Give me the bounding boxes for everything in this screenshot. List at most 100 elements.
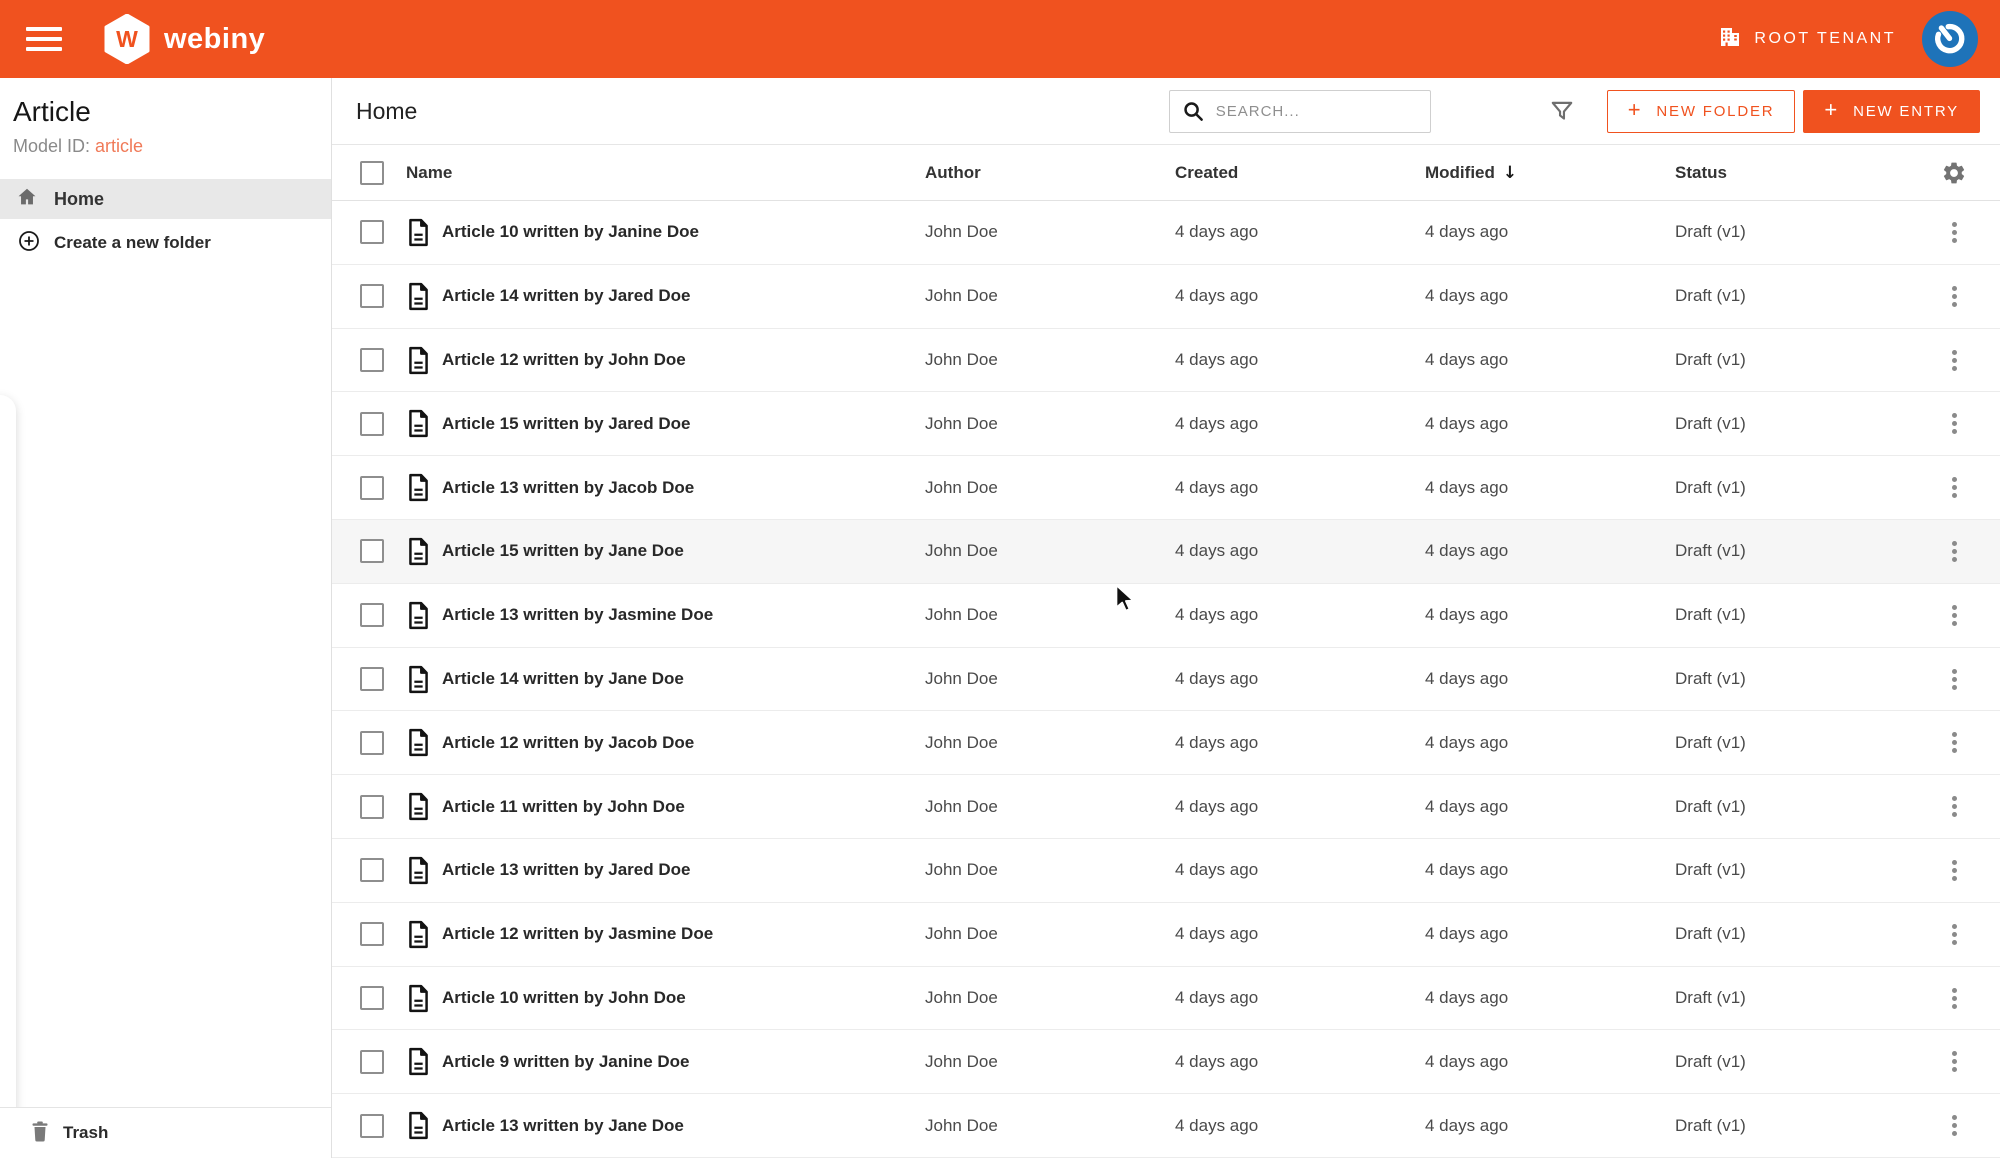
new-folder-button[interactable]: + NEW FOLDER	[1606, 89, 1796, 133]
entry-modified: 4 days ago	[1425, 732, 1509, 752]
row-checkbox[interactable]	[360, 475, 384, 500]
entry-name[interactable]: Article 12 written by Jasmine Doe	[442, 924, 713, 944]
row-checkbox[interactable]	[360, 411, 384, 436]
entry-status: Draft (v1)	[1675, 1051, 1746, 1071]
kebab-menu-icon[interactable]	[1948, 792, 1961, 821]
entry-status: Draft (v1)	[1675, 413, 1746, 433]
table-row[interactable]: Article 14 written by Jane Doe John Doe …	[332, 647, 2000, 712]
select-all-checkbox[interactable]	[360, 160, 384, 185]
row-checkbox[interactable]	[360, 794, 384, 819]
entry-modified: 4 days ago	[1425, 1115, 1509, 1135]
column-header-name[interactable]: Name	[406, 163, 925, 183]
home-icon	[16, 186, 38, 213]
table-row[interactable]: Article 15 written by Jared Doe John Doe…	[332, 392, 2000, 457]
gear-icon[interactable]	[1941, 160, 1967, 186]
table-row[interactable]: Article 11 written by John Doe John Doe …	[332, 775, 2000, 840]
row-checkbox[interactable]	[360, 667, 384, 692]
column-header-author[interactable]: Author	[925, 163, 1175, 183]
row-checkbox[interactable]	[360, 603, 384, 628]
entry-name[interactable]: Article 13 written by Jane Doe	[442, 1116, 684, 1136]
create-folder-button[interactable]: Create a new folder	[0, 219, 331, 267]
document-icon	[406, 473, 431, 502]
entry-name[interactable]: Article 13 written by Jacob Doe	[442, 478, 694, 498]
entry-author: John Doe	[925, 605, 998, 625]
table-row[interactable]: Article 12 written by Jacob Doe John Doe…	[332, 711, 2000, 776]
table-row[interactable]: Article 12 written by John Doe John Doe …	[332, 328, 2000, 393]
kebab-menu-icon[interactable]	[1948, 282, 1961, 311]
entry-name[interactable]: Article 12 written by John Doe	[442, 350, 686, 370]
table-row[interactable]: Article 10 written by Janine Doe John Do…	[332, 201, 2000, 265]
entry-modified: 4 days ago	[1425, 350, 1509, 370]
kebab-menu-icon[interactable]	[1948, 537, 1961, 566]
entry-name[interactable]: Article 14 written by Jane Doe	[442, 669, 684, 689]
entry-modified: 4 days ago	[1425, 988, 1509, 1007]
entry-name[interactable]: Article 10 written by John Doe	[442, 988, 686, 1008]
row-checkbox[interactable]	[360, 1113, 384, 1138]
entry-name[interactable]: Article 11 written by John Doe	[442, 797, 685, 817]
column-header-created[interactable]: Created	[1175, 163, 1425, 183]
trash-button[interactable]: Trash	[0, 1107, 331, 1158]
table-row[interactable]: Article 14 written by Jared Doe John Doe…	[332, 264, 2000, 329]
kebab-menu-icon[interactable]	[1948, 856, 1961, 885]
sidebar-item-home[interactable]: Home	[0, 179, 331, 219]
entry-modified: 4 days ago	[1425, 796, 1509, 816]
table-row[interactable]: Article 10 written by John Doe John Doe …	[332, 966, 2000, 1031]
table-row[interactable]: Article 9 written by Janine Doe John Doe…	[332, 1030, 2000, 1095]
sort-desc-icon: ↓	[1502, 162, 1518, 183]
kebab-menu-icon[interactable]	[1948, 920, 1961, 949]
entry-name[interactable]: Article 13 written by Jasmine Doe	[442, 605, 713, 625]
entry-author: John Doe	[925, 860, 998, 880]
kebab-menu-icon[interactable]	[1948, 1111, 1961, 1140]
row-checkbox[interactable]	[360, 220, 384, 245]
column-header-modified[interactable]: Modified ↓	[1425, 163, 1675, 183]
entry-modified: 4 days ago	[1425, 924, 1509, 944]
kebab-menu-icon[interactable]	[1948, 728, 1961, 757]
document-icon	[406, 856, 431, 885]
table-row[interactable]: Article 13 written by Jasmine Doe John D…	[332, 583, 2000, 648]
entry-name[interactable]: Article 10 written by Janine Doe	[442, 222, 699, 242]
kebab-menu-icon[interactable]	[1948, 473, 1961, 502]
table-row[interactable]: Article 12 written by Jasmine Doe John D…	[332, 902, 2000, 967]
entry-name[interactable]: Article 9 written by Janine Doe	[442, 1052, 690, 1072]
kebab-menu-icon[interactable]	[1948, 665, 1961, 694]
kebab-menu-icon[interactable]	[1948, 984, 1961, 1013]
row-checkbox[interactable]	[360, 1049, 384, 1074]
power-icon	[1935, 24, 1965, 54]
new-entry-button[interactable]: + NEW ENTRY	[1803, 89, 1980, 133]
webiny-logo[interactable]: W webiny	[104, 14, 265, 64]
entry-name[interactable]: Article 12 written by Jacob Doe	[442, 733, 694, 753]
row-checkbox[interactable]	[360, 539, 384, 564]
kebab-menu-icon[interactable]	[1948, 409, 1961, 438]
row-checkbox[interactable]	[360, 284, 384, 309]
entry-author: John Doe	[925, 1051, 998, 1071]
kebab-menu-icon[interactable]	[1948, 1047, 1961, 1076]
entry-name[interactable]: Article 14 written by Jared Doe	[442, 286, 690, 306]
entry-modified: 4 days ago	[1425, 860, 1509, 880]
table-row[interactable]: Article 13 written by Jacob Doe John Doe…	[332, 456, 2000, 521]
table-row[interactable]: Article 13 written by Jane Doe John Doe …	[332, 1094, 2000, 1158]
entry-name[interactable]: Article 15 written by Jane Doe	[442, 541, 684, 561]
row-checkbox[interactable]	[360, 348, 384, 373]
kebab-menu-icon[interactable]	[1948, 218, 1961, 247]
user-avatar[interactable]	[1922, 11, 1978, 67]
kebab-menu-icon[interactable]	[1948, 601, 1961, 630]
entry-name[interactable]: Article 15 written by Jared Doe	[442, 414, 690, 434]
search-icon	[1182, 100, 1205, 128]
row-checkbox[interactable]	[360, 986, 384, 1010]
table-row[interactable]: Article 15 written by Jane Doe John Doe …	[332, 520, 2000, 584]
entry-author: John Doe	[925, 477, 998, 497]
sidebar-header: Article Model ID: article	[0, 78, 331, 179]
search-input[interactable]	[1168, 89, 1431, 133]
document-icon	[406, 409, 431, 438]
kebab-menu-icon[interactable]	[1948, 346, 1961, 375]
column-header-status[interactable]: Status	[1675, 163, 1930, 183]
entry-name[interactable]: Article 13 written by Jared Doe	[442, 860, 690, 880]
menu-icon[interactable]	[26, 24, 64, 54]
filter-icon[interactable]	[1549, 98, 1575, 124]
row-checkbox[interactable]	[360, 730, 384, 755]
model-title: Article	[13, 96, 91, 127]
row-checkbox[interactable]	[360, 858, 384, 883]
table-row[interactable]: Article 13 written by Jared Doe John Doe…	[332, 839, 2000, 903]
row-checkbox[interactable]	[360, 922, 384, 947]
tenant-selector[interactable]: ROOT TENANT	[1718, 25, 1896, 54]
